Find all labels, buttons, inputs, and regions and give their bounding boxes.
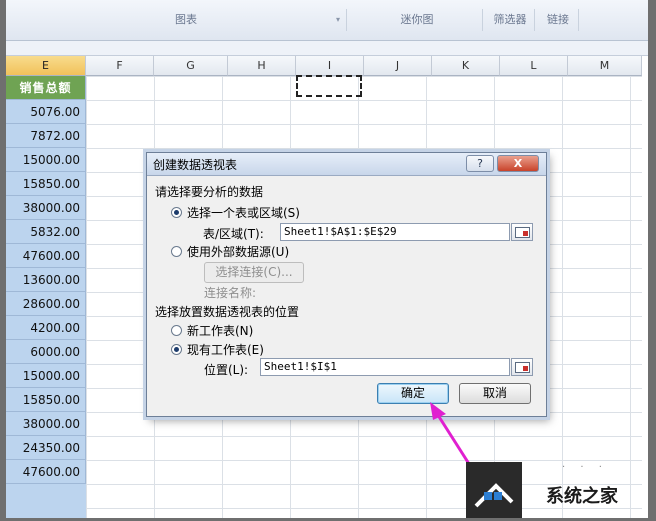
watermark-text: 系统之家 <box>546 486 618 507</box>
annotation-arrow-icon <box>430 402 480 479</box>
watermark: · · · 系统之家 <box>466 462 656 518</box>
watermark-logo-icon <box>466 462 522 518</box>
watermark-dots-icon: · · · <box>562 462 608 473</box>
